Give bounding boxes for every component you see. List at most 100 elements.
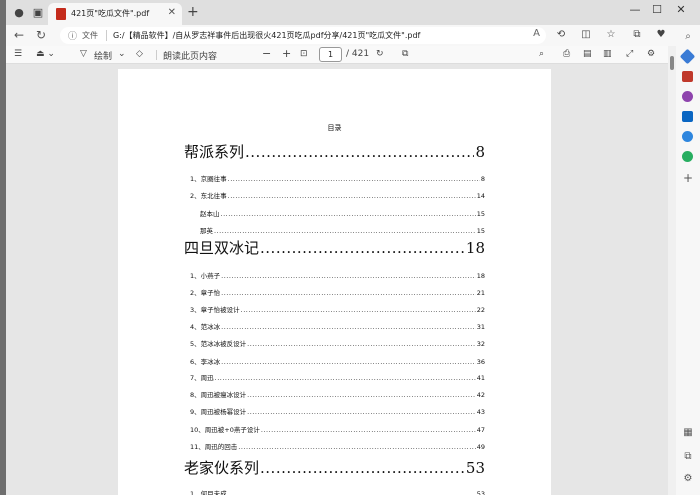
tab-title: 421页"吃瓜文件".pdf [71, 9, 150, 18]
refresh-icon[interactable]: ↻ [34, 28, 48, 42]
toc-dot-leader: ........................................… [260, 459, 465, 477]
toc-section[interactable]: 四旦双冰记...................................… [184, 237, 485, 258]
toc-entry-title: 4、范冰冰 [190, 323, 221, 331]
toc-entry[interactable]: 8、周迅被瘦冰设计...............................… [190, 389, 485, 399]
collections-icon[interactable]: ⧉ [630, 29, 644, 40]
toc-dot-leader: ........................................… [221, 272, 476, 280]
toc-entry[interactable]: 3、章子怡被设计................................… [190, 304, 485, 314]
back-icon[interactable]: ← [12, 28, 26, 42]
toc-entry-page: 15 [476, 227, 485, 235]
profile-icon[interactable]: ● [12, 6, 26, 20]
maximize-icon[interactable]: ☐ [650, 3, 664, 16]
eraser-icon[interactable]: ◇ [136, 49, 143, 59]
new-tab-icon[interactable]: + [187, 4, 199, 20]
toc-entry[interactable]: 5、范冰冰被反设计...............................… [190, 338, 485, 348]
copilot-icon[interactable]: ♥ [654, 29, 668, 40]
rotate-icon[interactable]: ↻ [376, 49, 384, 59]
toc-dot-leader: ........................................… [227, 192, 476, 200]
scrollbar-thumb[interactable] [670, 56, 674, 70]
toc-dot-leader: ........................................… [227, 175, 480, 183]
toc-entry[interactable]: 2、章子怡...................................… [190, 287, 485, 297]
toc-section[interactable]: 帮派系列....................................… [184, 141, 485, 162]
toc-entry[interactable]: 7、周迅....................................… [190, 372, 485, 382]
toc-entry[interactable]: 1、京圈往事..................................… [190, 173, 485, 183]
toc-entry[interactable]: 4、范冰冰...................................… [190, 321, 485, 331]
zoom-in-button[interactable]: + [282, 47, 291, 60]
toc-entry[interactable]: 6、李冰冰...................................… [190, 356, 485, 366]
read-aloud-label[interactable]: 朗读此页内容 [163, 49, 217, 62]
toc-entry-page: 8 [475, 143, 485, 161]
tools-icon[interactable] [682, 71, 693, 82]
contents-icon[interactable]: ☰ [14, 49, 22, 59]
browser-window: ● ▣ 421页"吃瓜文件".pdf ✕ + — ☐ ✕ ← ↻ ⓘ 文件 G:… [6, 0, 700, 495]
minimize-icon[interactable]: — [628, 3, 642, 16]
toc-dot-leader: ........................................… [227, 490, 476, 495]
save-icon[interactable]: ▤ [583, 49, 592, 59]
toolbar-divider [156, 50, 157, 60]
toc-entry-title: 3、章子怡被设计 [190, 306, 240, 314]
url-text: G:/【精品软件】/自从罗志祥事件后出现很火421页吃瓜pdf分享/421页"吃… [113, 31, 421, 40]
toc-entry-page: 47 [476, 426, 485, 434]
search-icon[interactable]: ⌕ [539, 49, 544, 59]
screenshot-icon[interactable]: ▦ [680, 427, 696, 438]
toc-entry-page: 15 [476, 210, 485, 218]
tab-active[interactable]: 421页"吃瓜文件".pdf ✕ [48, 3, 182, 25]
toc-entry[interactable]: 10、周迅被+0燕子设计............................… [190, 424, 485, 434]
toc-entry[interactable]: 9、周迅被杨幂设计...............................… [190, 406, 485, 416]
draw-dropdown-icon[interactable]: ⌄ [118, 49, 126, 59]
shopping-icon[interactable] [679, 48, 696, 65]
edge-sidebar: ⌕ + ▦ ⧉ ⚙ [676, 25, 700, 495]
vertical-scrollbar[interactable] [668, 46, 676, 495]
url-field[interactable]: ⓘ 文件 G:/【精品软件】/自从罗志祥事件后出现很火421页吃瓜pdf分享/4… [60, 27, 546, 44]
info-icon[interactable]: ⓘ [68, 29, 77, 42]
read-aloud-icon[interactable]: A [533, 28, 540, 39]
fullscreen-icon[interactable]: ⤢ [626, 49, 633, 59]
drop-icon[interactable] [682, 131, 693, 142]
tree-icon[interactable] [682, 151, 693, 162]
workspaces-icon[interactable]: ▣ [31, 6, 45, 20]
extensions-icon[interactable]: ⟲ [554, 29, 568, 40]
toc-entry-page: 14 [476, 192, 485, 200]
page-view-icon[interactable]: ⧉ [402, 49, 408, 59]
toc-dot-leader: ........................................… [247, 391, 476, 399]
toc-entry[interactable]: 11、周迅的回击................................… [190, 441, 485, 451]
save-as-icon[interactable]: ▥ [603, 49, 612, 59]
page-number-input[interactable]: 1 [319, 47, 342, 62]
add-sidebar-icon[interactable]: + [680, 171, 696, 185]
outlook-icon[interactable] [682, 111, 693, 122]
pdf-viewer[interactable]: 目录 帮派系列.................................… [6, 64, 668, 495]
toc-entry-page: 8 [480, 175, 485, 183]
search-sidebar-icon[interactable]: ⌕ [680, 31, 696, 42]
toc-entry-title: 8、周迅被瘦冰设计 [190, 391, 247, 399]
draw-icon[interactable]: ▽ [80, 49, 87, 59]
toc-entry[interactable]: 1、何目未成..................................… [190, 488, 485, 495]
toc-entry-title: 7、周迅 [190, 374, 214, 382]
toc-entry[interactable]: 2、东北往事..................................… [190, 190, 485, 200]
print-icon[interactable]: ⎙ [563, 49, 570, 59]
tab-bar: ● ▣ 421页"吃瓜文件".pdf ✕ + — ☐ ✕ [6, 0, 700, 25]
toc-entry-title: 赵本山 [200, 210, 220, 218]
settings-icon[interactable]: ⚙ [647, 49, 655, 59]
close-tab-icon[interactable]: ✕ [168, 7, 176, 18]
highlight-icon[interactable]: ⏏ ⌄ [36, 49, 55, 59]
zoom-out-button[interactable]: − [262, 47, 271, 60]
toc-heading: 目录 [327, 124, 342, 132]
sidebar-settings-icon[interactable]: ⚙ [680, 473, 696, 484]
split-screen-icon[interactable]: ◫ [579, 29, 593, 40]
close-window-icon[interactable]: ✕ [674, 3, 688, 16]
toc-entry[interactable]: 1、小燕子...................................… [190, 270, 485, 280]
toc-entry[interactable]: 那英......................................… [200, 225, 485, 235]
draw-label[interactable]: 绘制 [94, 49, 112, 62]
toc-entry-title: 5、范冰冰被反设计 [190, 340, 247, 348]
toc-section[interactable]: 老家伙系列...................................… [184, 457, 485, 478]
open-external-icon[interactable]: ⧉ [680, 451, 696, 462]
favorites-icon[interactable]: ☆ [604, 29, 618, 40]
toc-entry-title: 6、李冰冰 [190, 358, 221, 366]
toc-entry[interactable]: 赵本山.....................................… [200, 208, 485, 218]
toc-entry-page: 36 [476, 358, 485, 366]
fit-page-icon[interactable]: ⊡ [300, 49, 308, 59]
toc-entry-title: 1、小燕子 [190, 272, 221, 280]
toc-entry-title: 2、章子怡 [190, 289, 221, 297]
games-icon[interactable] [682, 91, 693, 102]
toc-dot-leader: ........................................… [238, 443, 476, 451]
